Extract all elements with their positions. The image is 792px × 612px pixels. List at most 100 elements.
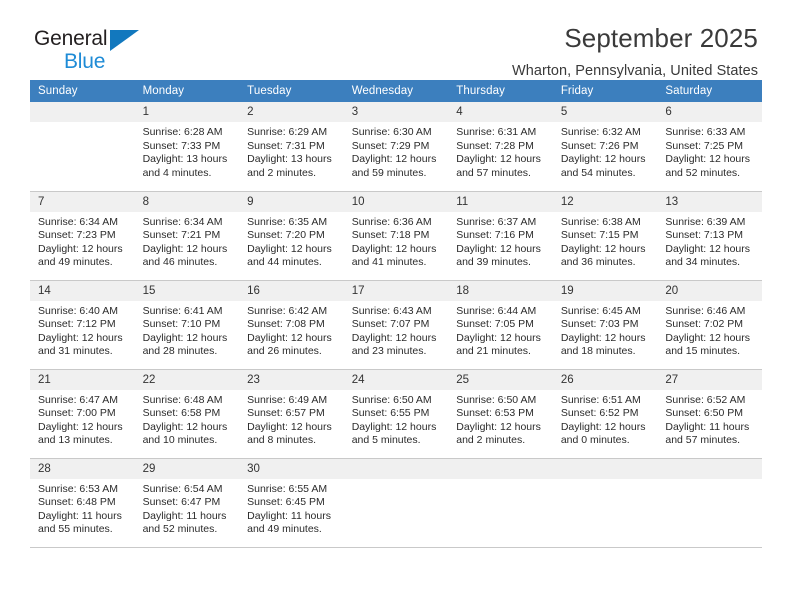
day-number: 16 bbox=[239, 280, 344, 301]
daylight-text-line1: Daylight: 12 hours bbox=[351, 153, 437, 166]
daylight-text-line1: Daylight: 12 hours bbox=[456, 242, 541, 255]
daylight-text-line1: Daylight: 12 hours bbox=[665, 242, 751, 255]
calendar-day-cell[interactable]: 22 Sunrise: 6:48 AM Sunset: 6:58 PM Dayligh… bbox=[134, 368, 240, 458]
calendar-day-cell[interactable]: 16 Sunrise: 6:42 AM Sunset: 7:08 PM Dayligh… bbox=[239, 279, 344, 369]
calendar-header-row: Sunday Monday Tuesday Wednesday Thursday… bbox=[30, 80, 762, 102]
day-number: 10 bbox=[343, 191, 449, 212]
calendar-day-cell[interactable]: 24 Sunrise: 6:50 AM Sunset: 6:55 PM Dayligh… bbox=[343, 368, 449, 458]
day-cell-inner: 27 Sunrise: 6:52 AM Sunset: 6:50 PM Dayligh… bbox=[657, 369, 762, 458]
day-cell-inner: 24 Sunrise: 6:50 AM Sunset: 6:55 PM Dayligh… bbox=[343, 369, 449, 458]
day-number: 8 bbox=[134, 191, 240, 212]
calendar-day-cell[interactable]: 7 Sunrise: 6:34 AM Sunset: 7:23 PM Daylight… bbox=[30, 190, 135, 280]
calendar-day-cell[interactable]: 3 Sunrise: 6:30 AM Sunset: 7:29 PM Daylight… bbox=[343, 102, 449, 191]
sunrise-text: Sunrise: 6:39 AM bbox=[665, 215, 746, 228]
weekday-header-sunday: Sunday bbox=[30, 80, 135, 102]
day-cell-inner: 30 Sunrise: 6:55 AM Sunset: 6:45 PM Dayligh… bbox=[239, 458, 344, 548]
day-cell-inner: 25 Sunrise: 6:50 AM Sunset: 6:53 PM Dayligh… bbox=[448, 369, 553, 458]
day-cell-inner: 21 Sunrise: 6:47 AM Sunset: 7:00 PM Dayligh… bbox=[30, 369, 135, 458]
calendar-day-cell[interactable]: 19 Sunrise: 6:45 AM Sunset: 7:03 PM Dayligh… bbox=[552, 279, 658, 369]
day-cell-inner: 9 Sunrise: 6:35 AM Sunset: 7:20 PM Daylight… bbox=[239, 191, 344, 280]
calendar-day-cell[interactable]: 17 Sunrise: 6:43 AM Sunset: 7:07 PM Dayligh… bbox=[343, 279, 449, 369]
day-cell-inner: 13 Sunrise: 6:39 AM Sunset: 7:13 PM Dayligh… bbox=[657, 191, 762, 280]
calendar-day-cell[interactable]: 20 Sunrise: 6:46 AM Sunset: 7:02 PM Dayligh… bbox=[657, 279, 762, 369]
calendar-day-cell[interactable]: 21 Sunrise: 6:47 AM Sunset: 7:00 PM Dayligh… bbox=[30, 368, 135, 458]
calendar-week-row: 14 Sunrise: 6:40 AM Sunset: 7:12 PM Dayligh… bbox=[30, 279, 762, 369]
day-cell-inner: 20 Sunrise: 6:46 AM Sunset: 7:02 PM Dayligh… bbox=[657, 280, 762, 369]
day-cell-inner bbox=[657, 458, 762, 548]
calendar-day-cell[interactable]: 13 Sunrise: 6:39 AM Sunset: 7:13 PM Dayligh… bbox=[657, 190, 762, 280]
sunset-text: Sunset: 7:31 PM bbox=[247, 139, 325, 152]
sunset-text: Sunset: 7:23 PM bbox=[38, 229, 116, 242]
calendar-day-cell[interactable]: 4 Sunrise: 6:31 AM Sunset: 7:28 PM Daylight… bbox=[448, 102, 553, 191]
calendar-day-cell[interactable]: 8 Sunrise: 6:34 AM Sunset: 7:21 PM Daylight… bbox=[134, 190, 240, 280]
daylight-text-line1: Daylight: 12 hours bbox=[456, 420, 541, 433]
daylight-text-line1: Daylight: 12 hours bbox=[560, 331, 646, 344]
sunset-text: Sunset: 7:16 PM bbox=[456, 229, 534, 242]
calendar-day-cell[interactable]: 14 Sunrise: 6:40 AM Sunset: 7:12 PM Dayligh… bbox=[30, 279, 135, 369]
sunset-text: Sunset: 7:21 PM bbox=[142, 229, 221, 242]
sunrise-text: Sunrise: 6:34 AM bbox=[38, 215, 118, 228]
sunrise-text: Sunrise: 6:43 AM bbox=[351, 304, 432, 317]
day-number: 18 bbox=[448, 280, 553, 301]
weekday-header-saturday: Saturday bbox=[657, 80, 762, 102]
day-details: Sunrise: 6:30 AM Sunset: 7:29 PM Daylight:… bbox=[344, 122, 449, 180]
day-number: 30 bbox=[239, 458, 344, 479]
calendar-day-cell[interactable]: 23 Sunrise: 6:49 AM Sunset: 6:57 PM Dayligh… bbox=[239, 368, 344, 458]
calendar-day-cell[interactable]: 28 Sunrise: 6:53 AM Sunset: 6:48 PM Dayligh… bbox=[30, 457, 135, 547]
daylight-text-line2: and 39 minutes. bbox=[456, 256, 531, 269]
sunrise-text: Sunrise: 6:53 AM bbox=[38, 482, 118, 495]
general-blue-logo[interactable]: General Blue bbox=[34, 28, 164, 74]
daylight-text-line1: Daylight: 12 hours bbox=[351, 242, 437, 255]
daylight-text-line2: and 49 minutes. bbox=[38, 256, 113, 269]
day-details: Sunrise: 6:50 AM Sunset: 6:53 PM Daylight:… bbox=[448, 390, 553, 448]
calendar-empty-cell bbox=[30, 102, 135, 191]
calendar-day-cell[interactable]: 9 Sunrise: 6:35 AM Sunset: 7:20 PM Daylight… bbox=[239, 190, 344, 280]
daylight-text-line2: and 59 minutes. bbox=[351, 166, 427, 179]
day-number: 13 bbox=[657, 191, 762, 212]
calendar-day-cell[interactable]: 5 Sunrise: 6:32 AM Sunset: 7:26 PM Daylight… bbox=[552, 102, 658, 191]
day-number: 27 bbox=[657, 369, 762, 390]
sunset-text: Sunset: 7:10 PM bbox=[142, 318, 221, 331]
sunset-text: Sunset: 7:15 PM bbox=[560, 229, 639, 242]
daylight-text-line1: Daylight: 12 hours bbox=[142, 420, 228, 433]
sunset-text: Sunset: 7:26 PM bbox=[560, 139, 639, 152]
day-number: 21 bbox=[30, 369, 135, 390]
calendar-day-cell[interactable]: 10 Sunrise: 6:36 AM Sunset: 7:18 PM Dayligh… bbox=[343, 190, 449, 280]
sunrise-text: Sunrise: 6:29 AM bbox=[247, 126, 328, 138]
calendar-day-cell[interactable]: 18 Sunrise: 6:44 AM Sunset: 7:05 PM Dayligh… bbox=[448, 279, 553, 369]
calendar-day-cell[interactable]: 27 Sunrise: 6:52 AM Sunset: 6:50 PM Dayligh… bbox=[657, 368, 762, 458]
day-number bbox=[343, 458, 449, 479]
calendar-day-cell[interactable]: 25 Sunrise: 6:50 AM Sunset: 6:53 PM Dayligh… bbox=[448, 368, 553, 458]
daylight-text-line2: and 54 minutes. bbox=[560, 166, 636, 179]
day-cell-inner: 15 Sunrise: 6:41 AM Sunset: 7:10 PM Dayligh… bbox=[134, 280, 240, 369]
calendar-bottom-rule bbox=[30, 547, 762, 548]
calendar-day-cell[interactable]: 1 Sunrise: 6:28 AM Sunset: 7:33 PM Daylight… bbox=[134, 102, 240, 191]
daylight-text-line1: Daylight: 11 hours bbox=[665, 420, 750, 433]
day-details: Sunrise: 6:42 AM Sunset: 7:08 PM Daylight:… bbox=[239, 301, 344, 359]
day-cell-inner: 1 Sunrise: 6:28 AM Sunset: 7:33 PM Daylight… bbox=[134, 102, 240, 191]
calendar-day-cell[interactable]: 26 Sunrise: 6:51 AM Sunset: 6:52 PM Dayligh… bbox=[552, 368, 658, 458]
weekday-header-thursday: Thursday bbox=[448, 80, 553, 102]
day-number bbox=[657, 458, 762, 479]
daylight-text-line1: Daylight: 11 hours bbox=[142, 509, 227, 522]
daylight-text-line2: and 13 minutes. bbox=[38, 434, 113, 447]
day-cell-inner: 22 Sunrise: 6:48 AM Sunset: 6:58 PM Dayligh… bbox=[134, 369, 240, 458]
calendar-day-cell[interactable]: 12 Sunrise: 6:38 AM Sunset: 7:15 PM Dayligh… bbox=[552, 190, 658, 280]
calendar-day-cell[interactable]: 15 Sunrise: 6:41 AM Sunset: 7:10 PM Dayligh… bbox=[134, 279, 240, 369]
calendar-day-cell[interactable]: 11 Sunrise: 6:37 AM Sunset: 7:16 PM Dayligh… bbox=[448, 190, 553, 280]
day-number: 14 bbox=[30, 280, 135, 301]
day-details: Sunrise: 6:29 AM Sunset: 7:31 PM Daylight:… bbox=[239, 122, 344, 180]
daylight-text-line1: Daylight: 12 hours bbox=[142, 331, 228, 344]
day-number: 26 bbox=[552, 369, 658, 390]
day-cell-inner: 11 Sunrise: 6:37 AM Sunset: 7:16 PM Dayligh… bbox=[448, 191, 553, 280]
day-details: Sunrise: 6:50 AM Sunset: 6:55 PM Daylight:… bbox=[344, 390, 449, 448]
calendar-day-cell[interactable]: 6 Sunrise: 6:33 AM Sunset: 7:25 PM Daylight… bbox=[657, 102, 762, 191]
calendar-day-cell[interactable]: 29 Sunrise: 6:54 AM Sunset: 6:47 PM Dayligh… bbox=[134, 457, 240, 547]
logo-triangle-icon bbox=[110, 30, 139, 51]
calendar-day-cell[interactable]: 30 Sunrise: 6:55 AM Sunset: 6:45 PM Dayligh… bbox=[239, 457, 344, 548]
weekday-header-wednesday: Wednesday bbox=[343, 80, 449, 102]
calendar-day-cell[interactable]: 2 Sunrise: 6:29 AM Sunset: 7:31 PM Daylight… bbox=[239, 102, 344, 191]
sunset-text: Sunset: 7:00 PM bbox=[38, 407, 116, 420]
page-header: General Blue September 2025 Wharton, Pen… bbox=[0, 0, 792, 79]
sunrise-text: Sunrise: 6:34 AM bbox=[142, 215, 223, 228]
